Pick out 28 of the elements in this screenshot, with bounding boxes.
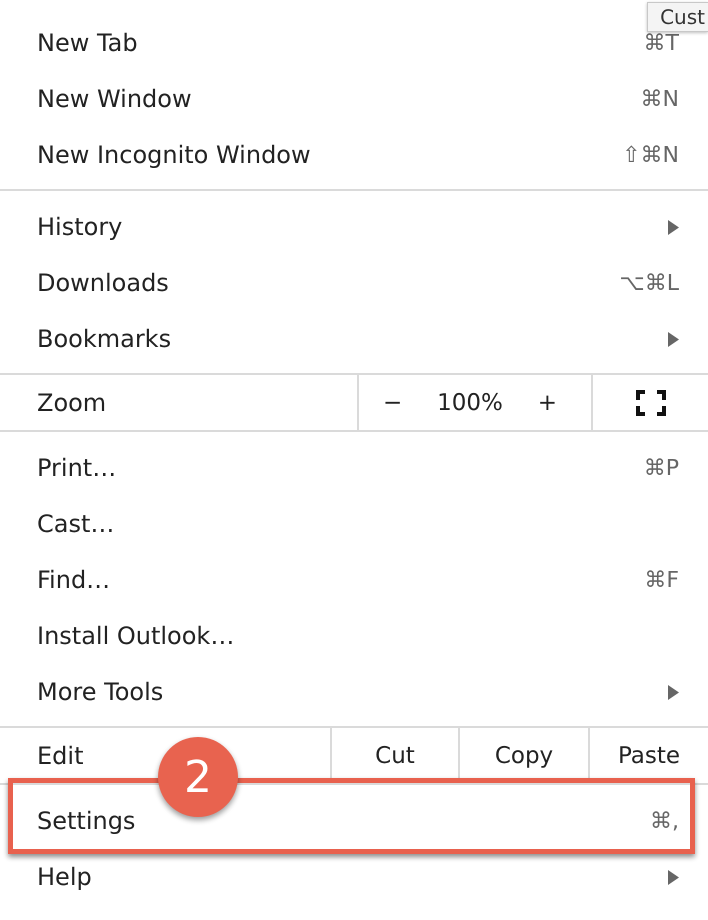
shortcut-text: ⌥⌘L [619, 270, 679, 296]
menu-item[interactable]: New Incognito Window [37, 141, 311, 169]
menu-item[interactable]: Downloads [37, 269, 169, 297]
fullscreen-icon[interactable] [636, 390, 666, 416]
shortcut-text: ⌘P [644, 456, 679, 480]
zoom-in-button[interactable]: + [534, 390, 561, 416]
menu-item[interactable]: New Window [37, 85, 192, 113]
menu-item[interactable]: Cast… [37, 510, 114, 538]
menu-item-label: Edit [37, 742, 84, 770]
shortcut-text: ⌘F [644, 568, 679, 592]
shortcut-text: ⌘T [644, 30, 679, 56]
menu-item[interactable]: Bookmarks [37, 325, 172, 353]
step-badge: 2 [158, 737, 238, 817]
shortcut-text: ⌘N [640, 86, 679, 112]
menu-item[interactable]: Install Outlook… [37, 622, 234, 650]
menu-item[interactable]: New Tab [37, 29, 138, 57]
menu-item[interactable]: Find… [37, 566, 110, 594]
shortcut-text: ⌘, [650, 808, 679, 834]
zoom-out-button[interactable]: − [379, 390, 406, 416]
menu-item[interactable]: Print… [37, 454, 116, 482]
menu-item[interactable]: Help [37, 863, 92, 891]
menu-item[interactable]: More Tools [37, 678, 164, 706]
zoom-level: 100% [437, 390, 503, 416]
menu-item[interactable]: Settings [37, 807, 136, 835]
tooltip: Cust [647, 2, 708, 32]
menu-item-label: Zoom [37, 388, 106, 416]
shortcut-text: ⇧⌘N [622, 142, 679, 168]
menu-item[interactable]: History [37, 213, 122, 241]
